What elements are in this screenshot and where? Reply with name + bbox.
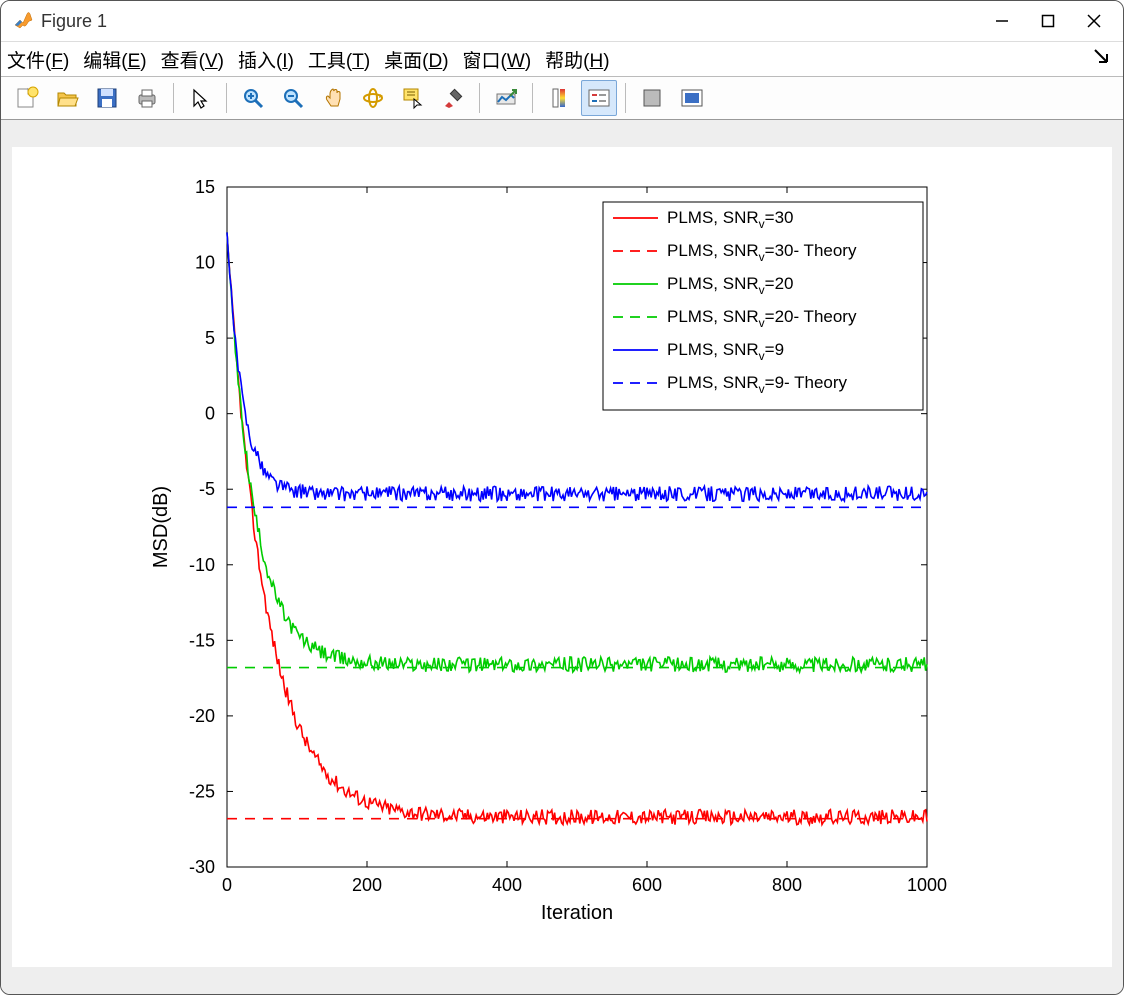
ytick-label: -10 bbox=[189, 555, 215, 575]
ytick-label: -30 bbox=[189, 857, 215, 877]
ylabel: MSD(dB) bbox=[150, 486, 172, 568]
xtick-label: 400 bbox=[492, 875, 522, 895]
print-icon[interactable] bbox=[129, 80, 165, 116]
colorbar-icon[interactable] bbox=[541, 80, 577, 116]
link-plot-icon[interactable] bbox=[488, 80, 524, 116]
menu-d[interactable]: 桌面(D) bbox=[384, 46, 448, 73]
xtick-label: 600 bbox=[632, 875, 662, 895]
xlabel: Iteration bbox=[541, 902, 613, 924]
zoom-in-icon[interactable] bbox=[235, 80, 271, 116]
titlebar: Figure 1 bbox=[1, 1, 1123, 42]
ytick-label: -20 bbox=[189, 706, 215, 726]
msd-plot: 0 200 400 600 800 1000 -30 -25 -20 -15 -10 -5 0 5 10 15… bbox=[12, 147, 1112, 967]
plot-area: 0 200 400 600 800 1000 -30 -25 -20 -15 -10 -5 0 5 10 15… bbox=[1, 120, 1123, 994]
pointer-icon[interactable] bbox=[182, 80, 218, 116]
ytick-label: -5 bbox=[199, 479, 215, 499]
ytick-label: -15 bbox=[189, 630, 215, 650]
xtick-label: 0 bbox=[222, 875, 232, 895]
xtick-label: 800 bbox=[772, 875, 802, 895]
ytick-label: 5 bbox=[205, 328, 215, 348]
ytick-label: 0 bbox=[205, 404, 215, 424]
matlab-icon bbox=[13, 11, 33, 31]
legend-icon[interactable] bbox=[581, 80, 617, 116]
menu-i[interactable]: 插入(I) bbox=[238, 46, 294, 73]
plot-card: 0 200 400 600 800 1000 -30 -25 -20 -15 -10 -5 0 5 10 15… bbox=[12, 147, 1112, 967]
zoom-out-icon[interactable] bbox=[275, 80, 311, 116]
new-figure-icon[interactable] bbox=[9, 80, 45, 116]
dock-arrow-icon[interactable] bbox=[1093, 48, 1109, 70]
ytick-label: -25 bbox=[189, 781, 215, 801]
legend[interactable] bbox=[603, 202, 923, 410]
menu-f[interactable]: 文件(F) bbox=[7, 46, 69, 73]
minimize-button[interactable] bbox=[979, 1, 1025, 41]
ytick-label: 15 bbox=[195, 177, 215, 197]
open-icon[interactable] bbox=[49, 80, 85, 116]
ytick-label: 10 bbox=[195, 253, 215, 273]
figure-window: Figure 1 文件(F) 编辑(E) 查看(V) 插入(I) 工具(T) 桌面(D) 窗… bbox=[0, 0, 1124, 995]
brush-icon[interactable] bbox=[435, 80, 471, 116]
window-title: Figure 1 bbox=[41, 11, 107, 32]
menubar: 文件(F) 编辑(E) 查看(V) 插入(I) 工具(T) 桌面(D) 窗口(W) 帮助(H) bbox=[1, 42, 1123, 77]
pan-icon[interactable] bbox=[315, 80, 351, 116]
menu-v[interactable]: 查看(V) bbox=[161, 46, 224, 73]
show-plot-icon[interactable] bbox=[674, 80, 710, 116]
menu-w[interactable]: 窗口(W) bbox=[463, 46, 532, 73]
close-button[interactable] bbox=[1071, 1, 1117, 41]
datacursor-icon[interactable] bbox=[395, 80, 431, 116]
menu-e[interactable]: 编辑(E) bbox=[83, 46, 146, 73]
hide-plot-icon[interactable] bbox=[634, 80, 670, 116]
xtick-label: 200 bbox=[352, 875, 382, 895]
menu-h[interactable]: 帮助(H) bbox=[545, 46, 609, 73]
toolbar bbox=[1, 77, 1123, 120]
rotate3d-icon[interactable] bbox=[355, 80, 391, 116]
menu-t[interactable]: 工具(T) bbox=[308, 46, 370, 73]
save-icon[interactable] bbox=[89, 80, 125, 116]
maximize-button[interactable] bbox=[1025, 1, 1071, 41]
xtick-label: 1000 bbox=[907, 875, 947, 895]
